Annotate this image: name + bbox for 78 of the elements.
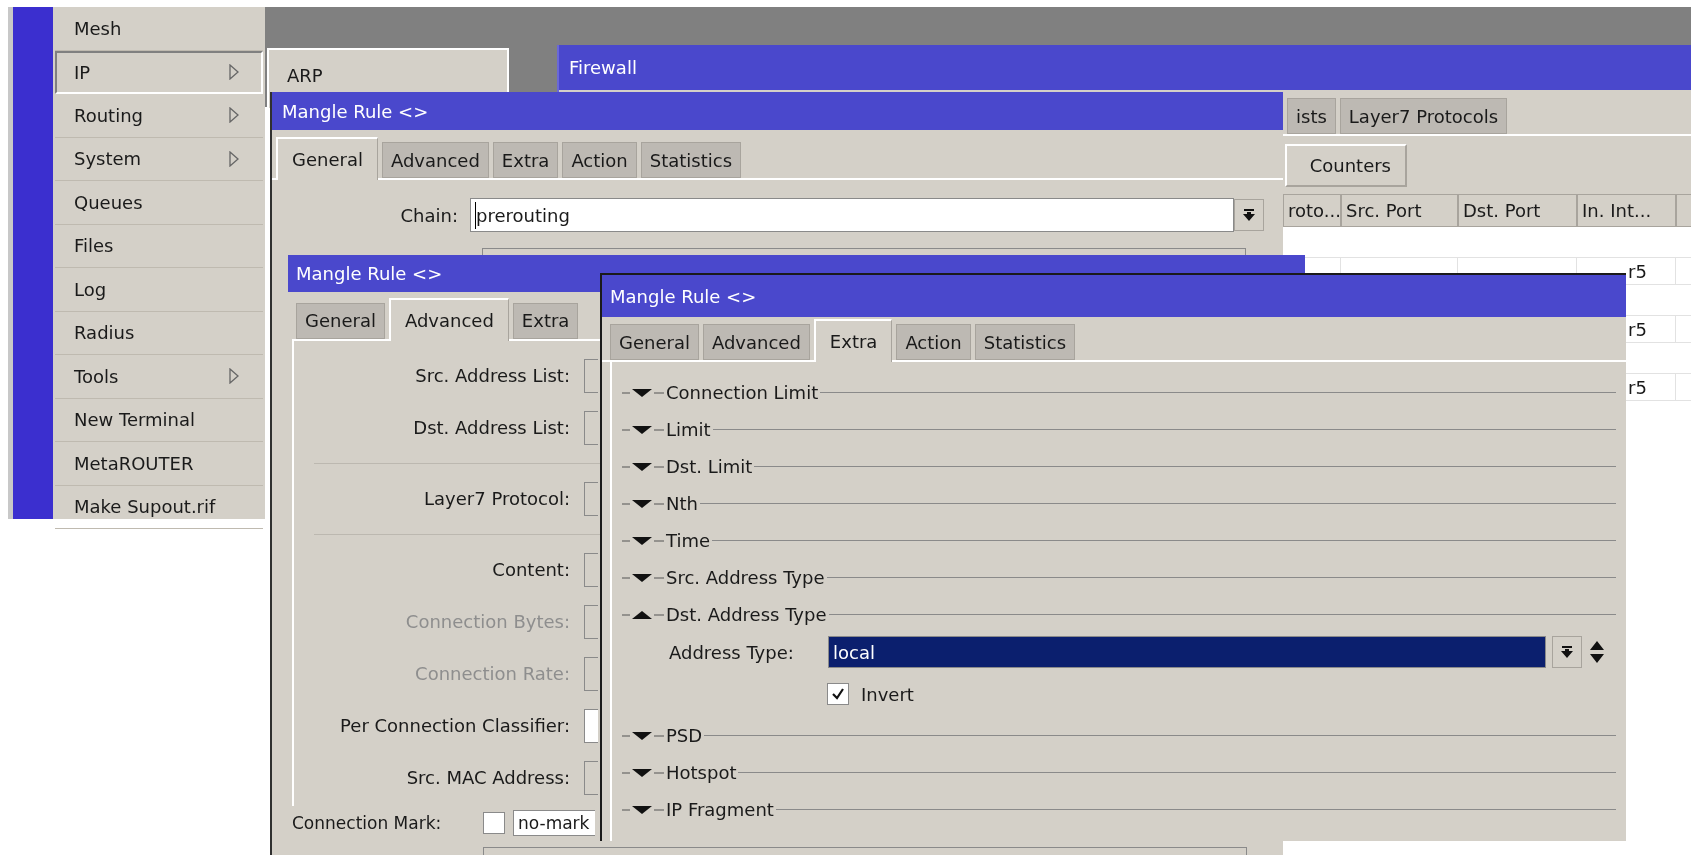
section-header[interactable]: Dst. Limit: [664, 453, 755, 480]
input-field[interactable]: prerouting: [470, 198, 1234, 232]
input-field[interactable]: [482, 248, 1246, 255]
tab[interactable]: General: [296, 302, 385, 339]
input-field[interactable]: [584, 481, 598, 516]
tab[interactable]: Extra: [813, 319, 893, 362]
section-header[interactable]: Time: [664, 527, 713, 554]
field-label: Connection Rate:: [414, 662, 570, 687]
counters-button[interactable]: Counters: [1285, 144, 1407, 187]
tab[interactable]: Action: [562, 142, 637, 178]
dropdown-field[interactable]: local: [828, 636, 1546, 668]
menu-item[interactable]: Make Supout.rif: [55, 485, 263, 529]
tab[interactable]: Statistics: [974, 324, 1076, 360]
menu-item[interactable]: System: [55, 137, 263, 181]
tab[interactable]: Extra: [512, 302, 579, 339]
dropdown-button[interactable]: [1234, 199, 1264, 231]
section-header[interactable]: Hotspot: [664, 759, 739, 786]
field-label: Layer7 Protocol:: [423, 487, 570, 512]
column-header[interactable]: roto...: [1283, 194, 1341, 227]
menu-item[interactable]: Log: [55, 268, 263, 312]
up-down-arrows-icon: [1589, 640, 1605, 664]
tab[interactable]: General: [610, 324, 699, 360]
input-field[interactable]: [584, 656, 598, 691]
menu-item[interactable]: Radius: [55, 311, 263, 355]
menu-item[interactable]: New Terminal: [55, 398, 263, 442]
field-label: Dst. Address List:: [412, 416, 570, 441]
checkbox[interactable]: [483, 812, 505, 835]
tab[interactable]: General: [276, 137, 378, 180]
field-label: Src. MAC Address:: [405, 766, 570, 791]
section-header[interactable]: Limit: [664, 416, 713, 443]
tab[interactable]: Extra: [492, 142, 559, 178]
section-header[interactable]: Nth: [664, 490, 700, 517]
section-header[interactable]: Dst. Address Type: [664, 601, 829, 628]
field-label: Content:: [491, 558, 570, 583]
tab[interactable]: Layer7 Protocols: [1339, 98, 1508, 134]
section-header[interactable]: PSD: [664, 722, 705, 749]
field-label: Chain:: [399, 203, 459, 228]
checkbox[interactable]: [827, 683, 849, 705]
window-title: Firewall: [559, 45, 1691, 90]
input-field[interactable]: [584, 708, 598, 743]
tab[interactable]: Advanced: [381, 142, 489, 178]
section-header[interactable]: Connection Limit: [664, 379, 821, 406]
tab[interactable]: Advanced: [388, 297, 509, 341]
tab[interactable]: Statistics: [640, 142, 742, 178]
input-field[interactable]: [584, 604, 598, 639]
input-field[interactable]: [584, 760, 598, 795]
tab[interactable]: Advanced: [702, 324, 810, 360]
section-header[interactable]: Src. Address Type: [664, 564, 827, 591]
input-field[interactable]: no-mark: [513, 810, 595, 837]
menu-item[interactable]: ARP: [269, 60, 507, 90]
field-label: Connection Mark:: [292, 811, 443, 835]
dropdown-button[interactable]: [1552, 636, 1582, 668]
caret-icon: [1242, 208, 1256, 222]
field-label: Address Type:: [668, 640, 795, 665]
column-header[interactable]: Dst. Port: [1458, 194, 1577, 227]
menu-item[interactable]: Files: [55, 224, 263, 268]
field-label: Connection Bytes:: [404, 610, 570, 635]
column-header[interactable]: In. Int...: [1577, 194, 1676, 227]
menu-item[interactable]: IP: [55, 50, 263, 94]
window-title: Mangle Rule <>: [602, 275, 1626, 317]
input-field[interactable]: [584, 410, 598, 445]
menu-item[interactable]: Mesh: [55, 7, 263, 51]
tab[interactable]: ists: [1287, 98, 1336, 134]
section-header[interactable]: IP Fragment: [664, 796, 776, 823]
column-header[interactable]: Src. Port: [1341, 194, 1458, 227]
field-label: Src. Address List:: [414, 364, 570, 389]
menu-item[interactable]: Tools: [55, 355, 263, 399]
checkbox-label: Invert: [861, 682, 914, 707]
menu-item[interactable]: MetaROUTER: [55, 442, 263, 486]
checkmark-icon: [831, 687, 845, 701]
menu-item[interactable]: Queues: [55, 181, 263, 225]
input-field[interactable]: [584, 552, 598, 587]
tab[interactable]: Action: [896, 324, 971, 360]
window-title: Mangle Rule <>: [272, 92, 1283, 130]
menu-item[interactable]: Routing: [55, 94, 263, 138]
field-label: Per Connection Classifier:: [339, 714, 570, 739]
input-field[interactable]: [584, 358, 598, 393]
caret-icon: [1560, 645, 1574, 659]
